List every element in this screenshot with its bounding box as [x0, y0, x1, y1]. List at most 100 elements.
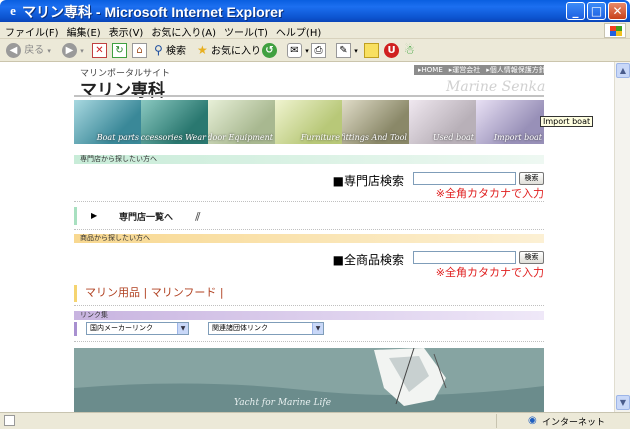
chevron-down-icon: ▾: [80, 47, 84, 55]
home-button[interactable]: ⌂: [132, 42, 147, 59]
slash-decoration-icon: //: [195, 210, 201, 223]
stop-icon: ✕: [92, 42, 107, 58]
edit-button[interactable]: ✎ ▾: [336, 42, 358, 59]
banner-accessories[interactable]: Accessories Wear: [141, 100, 208, 144]
menu-bar: ファイル(F) 編集(E) 表示(V) お気に入り(A) ツール(T) ヘルプ(H): [0, 22, 630, 39]
shop-search-label: ■専門店検索: [332, 174, 404, 188]
home-icon: ⌂: [132, 42, 147, 58]
katakana-note: ※全角カタカナで入力: [435, 187, 544, 200]
chevron-down-icon: ▼: [177, 323, 188, 334]
menu-edit[interactable]: 編集(E): [62, 22, 104, 39]
shop-search-input[interactable]: [413, 172, 516, 185]
play-icon: ▶: [91, 211, 98, 220]
product-search-label: ■全商品検索: [332, 253, 404, 267]
site-title[interactable]: マリン専科: [80, 76, 165, 101]
product-search-button[interactable]: 検索: [519, 251, 544, 264]
discuss-button[interactable]: [364, 42, 379, 59]
katakana-note: ※全角カタカナで入力: [435, 266, 544, 279]
shop-section-header: 専門店から探したい方へ: [74, 155, 544, 164]
mail-icon: ✉: [287, 42, 302, 58]
scroll-up-button[interactable]: ▲: [616, 63, 630, 78]
forward-arrow-icon: ▶: [62, 42, 77, 58]
divider: [74, 341, 544, 342]
favorites-label: お気に入り: [210, 46, 261, 57]
search-label: 検索: [165, 46, 186, 57]
chevron-down-icon: ▾: [47, 47, 51, 55]
messenger-button[interactable]: ☃: [404, 42, 415, 59]
edit-icon: ✎: [336, 42, 351, 58]
maximize-button[interactable]: □: [587, 2, 606, 20]
menu-favorites[interactable]: お気に入り(A): [146, 22, 219, 39]
banner-label: Metal fittings And Tool: [342, 133, 407, 142]
vertical-scrollbar[interactable]: ▲ ▼: [614, 62, 630, 412]
shop-search-button[interactable]: 検索: [519, 172, 544, 185]
title-divider: [74, 95, 544, 97]
site-title-en: Marine Senka: [446, 79, 546, 95]
menu-tools[interactable]: ツール(T): [219, 22, 271, 39]
search-icon: ⚲: [154, 43, 163, 57]
window-title: マリン専科 - Microsoft Internet Explorer: [22, 4, 284, 20]
menu-file[interactable]: ファイル(F): [0, 22, 62, 39]
links-accent-bar: [74, 322, 77, 336]
refresh-button[interactable]: ↻: [112, 42, 127, 59]
links-section-header: リンク集: [74, 311, 544, 320]
nav-home-link[interactable]: ▸HOME: [418, 66, 443, 74]
mail-button[interactable]: ✉ ▾: [287, 42, 309, 59]
print-icon: ⎙: [311, 42, 326, 58]
banner-label: Used boat: [432, 133, 474, 142]
favorites-button[interactable]: ★ お気に入り: [197, 42, 261, 59]
select-value: 関連諸団体リンク: [212, 324, 268, 332]
back-button[interactable]: ◀ 戻る ▾: [6, 42, 51, 59]
domestic-maker-select[interactable]: 国内メーカーリンク ▼: [86, 322, 189, 335]
nav-privacy-link[interactable]: ▸個人情報保護方針: [486, 66, 544, 74]
minimize-button[interactable]: _: [566, 2, 585, 20]
close-button[interactable]: ✕: [608, 2, 627, 20]
hero-caption: Yacht for Marine Life: [234, 398, 332, 408]
banner-label: The indoor Equipment: [208, 133, 273, 142]
search-button[interactable]: ⚲ 検索: [154, 42, 186, 59]
addon-button[interactable]: U: [384, 42, 399, 59]
divider: [74, 201, 544, 202]
back-label: 戻る: [24, 45, 45, 56]
shop-list-link[interactable]: ▶ 専門店一覧へ //: [74, 207, 214, 225]
menu-help[interactable]: ヘルプ(H): [271, 22, 324, 39]
top-nav: ▸HOME ▸運営会社 ▸個人情報保護方針: [414, 65, 544, 75]
product-section-header: 商品から探したい方へ: [74, 234, 544, 243]
note-icon: [364, 42, 379, 58]
banner-indoor-equipment[interactable]: The indoor Equipment: [208, 100, 275, 144]
related-org-select[interactable]: 関連諸団体リンク ▼: [208, 322, 324, 335]
addon-u-icon: U: [384, 42, 399, 58]
category-links[interactable]: マリン用品 | マリンフード |: [74, 285, 544, 302]
zone-label: インターネット: [542, 418, 606, 428]
chevron-down-icon: ▾: [354, 47, 358, 55]
shop-list-label: 専門店一覧へ: [119, 213, 174, 223]
banner-used-boat[interactable]: Used boat: [409, 100, 476, 144]
print-button[interactable]: ⎙: [311, 42, 326, 59]
windows-logo-icon: [604, 23, 626, 38]
category-banners: Boat parts Accessories Wear The indoor E…: [74, 100, 544, 144]
star-icon: ★: [197, 43, 208, 57]
banner-label: Import boat: [493, 133, 542, 142]
history-icon: ↺: [262, 42, 277, 58]
banner-furniture[interactable]: Furniture: [275, 100, 342, 144]
page-status-icon: [4, 415, 15, 426]
banner-label: Boat parts: [96, 133, 139, 142]
title-bar: e マリン専科 - Microsoft Internet Explorer _ …: [0, 0, 630, 22]
forward-button[interactable]: ▶ ▾: [62, 42, 84, 59]
banner-label: Furniture: [300, 133, 340, 142]
back-arrow-icon: ◀: [6, 42, 21, 58]
chevron-down-icon: ▾: [305, 47, 309, 55]
stop-button[interactable]: ✕: [92, 42, 107, 59]
banner-tooltip: Import boat: [540, 116, 594, 127]
ie-logo-icon: e: [10, 3, 16, 18]
banner-import-boat[interactable]: Import boat: [476, 100, 544, 144]
menu-view[interactable]: 表示(V): [104, 22, 147, 39]
banner-metal-fittings[interactable]: Metal fittings And Tool: [342, 100, 409, 144]
page-viewport: マリンポータルサイト ▸HOME ▸運営会社 ▸個人情報保護方針 マリン専科 Mar…: [0, 62, 614, 412]
product-search-input[interactable]: [413, 251, 516, 264]
divider: [74, 229, 544, 230]
history-button[interactable]: ↺: [262, 42, 277, 59]
banner-boat-parts[interactable]: Boat parts: [74, 100, 141, 144]
scroll-down-button[interactable]: ▼: [616, 395, 630, 410]
nav-company-link[interactable]: ▸運営会社: [449, 66, 481, 74]
